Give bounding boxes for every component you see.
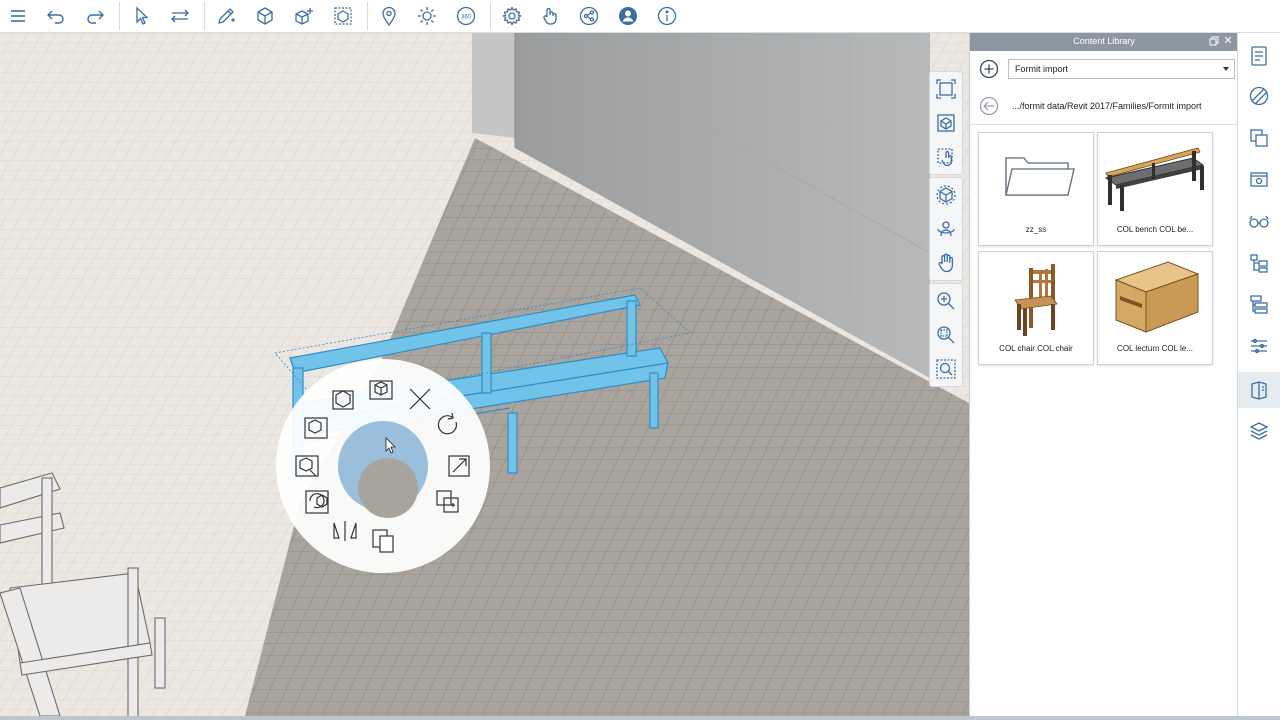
add-content-icon[interactable]	[979, 59, 999, 79]
select-arrow-icon[interactable]	[127, 3, 155, 29]
lectern-thumbnail	[1114, 261, 1200, 333]
zoom-window-icon[interactable]	[930, 318, 962, 352]
chair-thumbnail	[1014, 264, 1058, 336]
orbit-icon[interactable]	[930, 178, 962, 212]
info-icon[interactable]	[653, 3, 681, 29]
bottom-strip	[0, 716, 1280, 720]
library-item-label: zz_ss	[1025, 225, 1047, 234]
view-tools-group-3	[929, 283, 963, 387]
toolbar-separator	[119, 2, 120, 30]
view-cube-icon[interactable]	[930, 106, 962, 140]
touch-gesture-icon[interactable]	[536, 3, 564, 29]
toolbar-separator	[204, 2, 205, 30]
library-path: .../formit data/Revit 2017/Families/Form…	[1012, 101, 1202, 111]
library-item[interactable]: zz_ss	[978, 132, 1094, 246]
zoom-selection-icon[interactable]	[930, 352, 962, 386]
zoom-in-icon[interactable]	[930, 284, 962, 318]
toolbar-separator	[367, 2, 368, 30]
user-icon[interactable]	[614, 3, 642, 29]
levels-icon[interactable]	[1246, 333, 1272, 359]
library-select-value: Formit import	[1015, 64, 1069, 74]
library-item[interactable]: COL lecturn COL le...	[1097, 251, 1213, 365]
back-icon[interactable]	[979, 96, 999, 116]
library-item-label: COL chair COL chair	[999, 344, 1073, 353]
scenes-icon[interactable]	[1246, 166, 1272, 192]
properties-icon[interactable]	[1246, 43, 1272, 69]
zoom-extents-icon[interactable]	[930, 72, 962, 106]
visual-styles-icon[interactable]	[1246, 208, 1272, 234]
toolbar-separator	[490, 2, 491, 30]
wall-column	[472, 33, 515, 138]
look-around-icon[interactable]	[930, 212, 962, 246]
share-icon[interactable]	[575, 3, 603, 29]
bench-thumbnail	[1104, 147, 1205, 211]
add-object-icon[interactable]	[290, 3, 318, 29]
group-icon[interactable]	[329, 3, 357, 29]
dynamo-icon[interactable]	[1246, 418, 1272, 444]
materials-icon[interactable]	[1246, 83, 1272, 109]
panel-header: Content Library ✕	[970, 33, 1238, 51]
view-tools-group-1	[929, 71, 963, 175]
scene-360-icon[interactable]: 360	[452, 3, 480, 29]
touch-select-icon[interactable]	[930, 140, 962, 174]
groups-icon[interactable]	[1246, 250, 1272, 276]
sun-icon[interactable]	[413, 3, 441, 29]
menu-icon[interactable]	[4, 3, 32, 29]
radial-center-hole	[358, 458, 418, 518]
folder-thumbnail	[1005, 157, 1075, 196]
move-icon[interactable]	[166, 3, 194, 29]
formit-app-window: 360 Content Library ✕ Formit import .../…	[0, 0, 1280, 720]
content-library-panel: Content Library ✕ Formit import .../form…	[969, 33, 1238, 716]
library-item-label: COL bench COL be...	[1116, 225, 1194, 234]
chevron-down-icon	[1223, 67, 1229, 71]
panel-title: Content Library	[1073, 36, 1135, 46]
location-pin-icon[interactable]	[375, 3, 403, 29]
pan-hand-icon[interactable]	[930, 246, 962, 280]
content-library-icon[interactable]	[1246, 377, 1272, 403]
3d-viewport[interactable]	[0, 33, 969, 716]
radial-context-menu[interactable]	[276, 359, 490, 573]
library-select[interactable]: Formit import	[1008, 59, 1235, 79]
view-tools-group-2	[929, 177, 963, 281]
scene-360-label: 360	[461, 15, 472, 21]
library-item-label: COL lecturn COL le...	[1117, 344, 1193, 353]
panel-divider	[970, 124, 1238, 125]
settings-icon[interactable]	[498, 3, 526, 29]
close-icon[interactable]: ✕	[1222, 34, 1234, 48]
scene-canvas[interactable]	[0, 33, 969, 716]
library-item[interactable]: COL bench COL be...	[1097, 132, 1213, 246]
layers-icon[interactable]	[1246, 125, 1272, 151]
sketch-pencil-icon[interactable]	[212, 3, 240, 29]
right-sidebar	[1237, 33, 1280, 716]
undo-icon[interactable]	[42, 3, 70, 29]
library-item[interactable]: COL chair COL chair	[978, 251, 1094, 365]
hierarchy-icon[interactable]	[1246, 291, 1272, 317]
cube-primitive-icon[interactable]	[251, 3, 279, 29]
main-toolbar: 360	[0, 0, 1280, 33]
redo-icon[interactable]	[81, 3, 109, 29]
float-panel-icon[interactable]	[1208, 35, 1220, 47]
